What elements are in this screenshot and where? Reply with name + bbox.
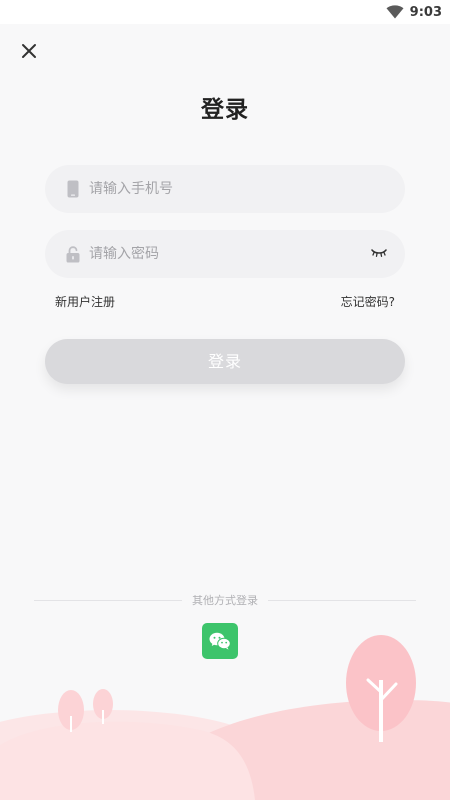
eye-closed-icon[interactable]: [371, 246, 387, 260]
divider-line-left: [34, 599, 182, 601]
other-login-divider: 其他方式登录: [34, 590, 416, 610]
wifi-icon: [386, 5, 404, 19]
other-login-label: 其他方式登录: [192, 594, 258, 607]
register-link[interactable]: 新用户注册: [55, 293, 115, 310]
login-screen: 9:03 登录 请输入手机号 新用户注册 忘记密码? 登录 其他方式登录: [0, 0, 450, 800]
close-button[interactable]: [18, 40, 40, 62]
scenery-illustration: [0, 635, 450, 800]
close-icon: [22, 44, 36, 58]
password-field[interactable]: [45, 230, 405, 278]
phone-field[interactable]: [45, 165, 405, 213]
divider-line-right: [268, 599, 416, 601]
password-input[interactable]: [89, 246, 349, 262]
forgot-password-link[interactable]: 忘记密码?: [341, 293, 395, 310]
status-bar: 9:03: [0, 0, 450, 24]
login-button[interactable]: 登录: [45, 339, 405, 384]
lock-icon: [65, 245, 81, 263]
phone-input[interactable]: [89, 181, 349, 197]
phone-icon: [65, 180, 81, 198]
page-title: 登录: [201, 97, 249, 123]
status-icons: 9:03: [386, 3, 442, 21]
status-time: 9:03: [409, 4, 442, 20]
